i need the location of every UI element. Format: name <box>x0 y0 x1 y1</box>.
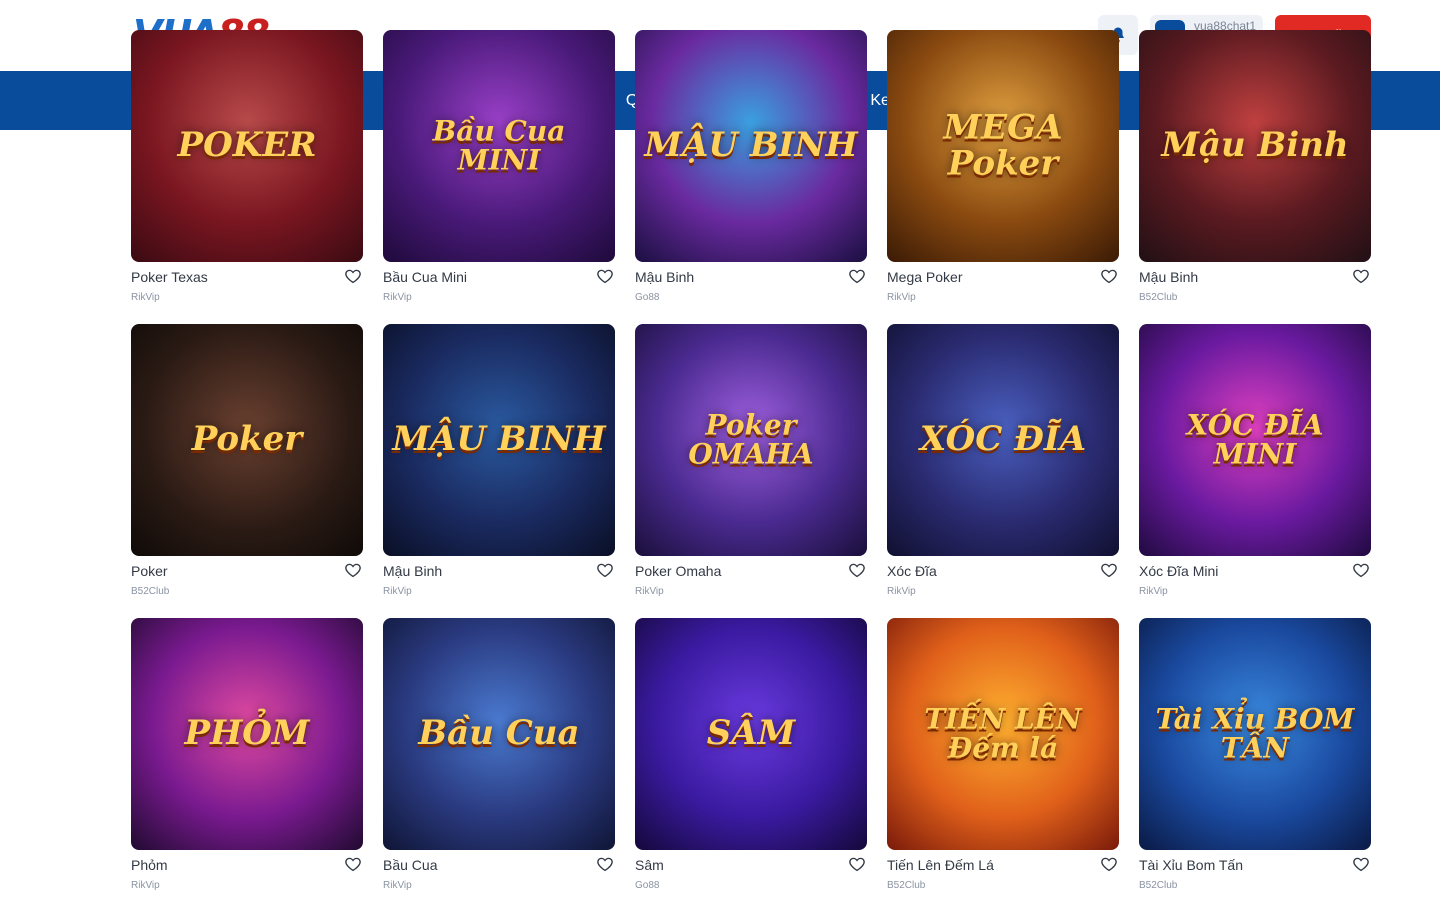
game-art-title: PHỎM <box>184 713 310 754</box>
game-card[interactable]: XÓC ĐĨA MINI Xóc Đĩa Mini RikVip <box>1139 324 1371 597</box>
game-thumbnail[interactable]: TIẾN LÊN Đếm lá <box>887 618 1119 850</box>
game-provider: RikVip <box>887 586 916 597</box>
game-card[interactable]: TIẾN LÊN Đếm lá Tiến Lên Đếm Lá B52Club <box>887 618 1119 891</box>
game-name: Tiến Lên Đếm Lá <box>887 857 994 873</box>
game-provider: RikVip <box>1139 586 1168 597</box>
game-card[interactable]: SÂM Sâm Go88 <box>635 618 867 891</box>
game-thumbnail[interactable]: MẬU BINH <box>383 324 615 556</box>
game-name: Sâm <box>635 857 664 873</box>
heart-icon[interactable] <box>343 266 363 286</box>
game-name: Poker Omaha <box>635 563 722 579</box>
game-card[interactable]: MẬU BINH Mậu Binh RikVip <box>383 324 615 597</box>
game-art-title: MẬU BINH <box>392 419 606 460</box>
game-art-title: XÓC ĐĨA <box>919 419 1087 460</box>
game-art-title: TIẾN LÊN Đếm lá <box>924 702 1082 765</box>
game-card[interactable]: PHỎM Phỏm RikVip <box>131 618 363 891</box>
game-provider: RikVip <box>131 880 160 891</box>
game-name: Mega Poker <box>887 269 963 285</box>
game-art-title: Bầu Cua <box>418 713 580 754</box>
game-thumbnail[interactable]: POKER <box>131 30 363 262</box>
game-card[interactable]: Bầu Cua MINI Bầu Cua Mini RikVip <box>383 30 615 303</box>
game-provider: RikVip <box>383 292 412 303</box>
game-card[interactable]: XÓC ĐĨA Xóc Đĩa RikVip <box>887 324 1119 597</box>
game-thumbnail[interactable]: MẬU BINH <box>635 30 867 262</box>
game-provider: RikVip <box>383 586 412 597</box>
heart-icon[interactable] <box>595 560 615 580</box>
game-card[interactable]: Poker Poker B52Club <box>131 324 363 597</box>
game-thumbnail[interactable]: XÓC ĐĨA <box>887 324 1119 556</box>
game-name: Xóc Đĩa <box>887 563 937 579</box>
game-provider: B52Club <box>887 880 926 891</box>
heart-icon[interactable] <box>847 854 867 874</box>
game-card[interactable]: POKER Poker Texas RikVip <box>131 30 363 303</box>
game-art-title: POKER <box>177 125 317 166</box>
heart-icon[interactable] <box>1099 560 1119 580</box>
game-art-title: Poker OMAHA <box>688 408 814 471</box>
game-name: Tài Xỉu Bom Tấn <box>1139 857 1244 873</box>
heart-icon[interactable] <box>1351 266 1371 286</box>
game-name: Mậu Binh <box>635 269 695 285</box>
game-card[interactable]: MẬU BINH Mậu Binh Go88 <box>635 30 867 303</box>
game-name: Poker <box>131 563 168 579</box>
game-thumbnail[interactable]: Mậu Binh <box>1139 30 1371 262</box>
game-thumbnail[interactable]: Poker OMAHA <box>635 324 867 556</box>
game-art-title: XÓC ĐĨA MINI <box>1186 408 1324 471</box>
heart-icon[interactable] <box>343 854 363 874</box>
heart-icon[interactable] <box>343 560 363 580</box>
heart-icon[interactable] <box>1351 854 1371 874</box>
game-name: Bầu Cua Mini <box>383 269 468 285</box>
game-provider: RikVip <box>383 880 412 891</box>
game-thumbnail[interactable]: Bầu Cua MINI <box>383 30 615 262</box>
game-provider: B52Club <box>131 586 170 597</box>
game-art-title: SÂM <box>706 713 796 754</box>
game-provider: Go88 <box>635 292 660 303</box>
game-thumbnail[interactable]: SÂM <box>635 618 867 850</box>
game-name: Mậu Binh <box>1139 269 1199 285</box>
game-art-title: Tài Xỉu BOM TẤN <box>1155 702 1355 765</box>
heart-icon[interactable] <box>847 266 867 286</box>
heart-icon[interactable] <box>595 854 615 874</box>
game-art-title: Mậu Binh <box>1161 125 1349 166</box>
game-thumbnail[interactable]: Poker <box>131 324 363 556</box>
game-card[interactable]: Poker OMAHA Poker Omaha RikVip <box>635 324 867 597</box>
heart-icon[interactable] <box>1099 854 1119 874</box>
game-thumbnail[interactable]: MEGA Poker <box>887 30 1119 262</box>
game-name: Xóc Đĩa Mini <box>1139 563 1219 579</box>
game-provider: RikVip <box>887 292 916 303</box>
game-thumbnail[interactable]: Bầu Cua <box>383 618 615 850</box>
heart-icon[interactable] <box>595 266 615 286</box>
game-thumbnail[interactable]: Tài Xỉu BOM TẤN <box>1139 618 1371 850</box>
game-art-title: MEGA Poker <box>943 107 1063 183</box>
game-provider: B52Club <box>1139 880 1178 891</box>
game-name: Phỏm <box>131 857 168 873</box>
game-card[interactable]: Bầu Cua Bầu Cua RikVip <box>383 618 615 891</box>
heart-icon[interactable] <box>1099 266 1119 286</box>
game-provider: RikVip <box>131 292 160 303</box>
game-provider: RikVip <box>635 586 664 597</box>
game-thumbnail[interactable]: PHỎM <box>131 618 363 850</box>
game-name: Bầu Cua <box>383 857 438 873</box>
game-card[interactable]: Mậu Binh Mậu Binh B52Club <box>1139 30 1371 303</box>
game-art-title: Bầu Cua MINI <box>432 114 566 177</box>
game-art-title: MẬU BINH <box>644 125 858 166</box>
game-card[interactable]: MEGA Poker Mega Poker RikVip <box>887 30 1119 303</box>
game-art-title: Poker <box>191 419 303 460</box>
game-name: Poker Texas <box>131 269 208 285</box>
game-thumbnail[interactable]: XÓC ĐĨA MINI <box>1139 324 1371 556</box>
game-provider: Go88 <box>635 880 660 891</box>
game-card[interactable]: Tài Xỉu BOM TẤN Tài Xỉu Bom Tấn B52Club <box>1139 618 1371 891</box>
heart-icon[interactable] <box>1351 560 1371 580</box>
heart-icon[interactable] <box>847 560 867 580</box>
game-name: Mậu Binh <box>383 563 443 579</box>
game-provider: B52Club <box>1139 292 1178 303</box>
